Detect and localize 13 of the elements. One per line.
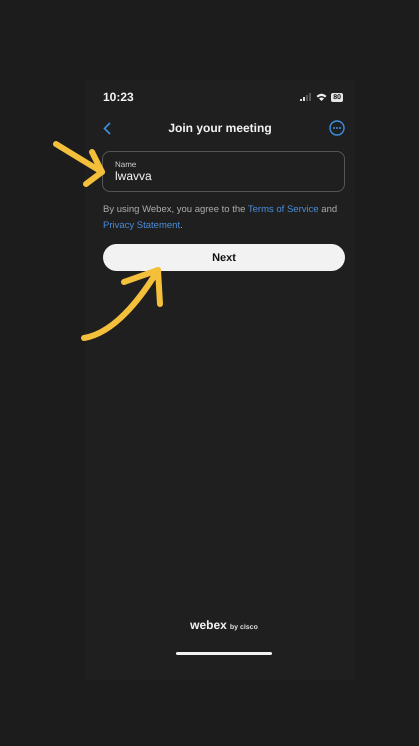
wifi-icon — [316, 93, 328, 101]
terms-link[interactable]: Terms of Service — [248, 204, 319, 215]
consent-text: By using Webex, you agree to the Terms of Service and Privacy Statement. — [103, 203, 338, 233]
more-icon[interactable] — [328, 120, 345, 136]
signal-icon — [300, 93, 312, 101]
privacy-link[interactable]: Privacy Statement — [103, 220, 180, 231]
back-icon[interactable] — [103, 122, 111, 134]
status-time: 10:23 — [103, 90, 134, 104]
name-field[interactable]: Name lwavva — [102, 151, 345, 192]
next-button[interactable]: Next — [103, 244, 345, 271]
page-title: Join your meeting — [168, 121, 272, 135]
arrow-drawing — [52, 140, 108, 190]
brand-logo: webex — [190, 618, 227, 632]
